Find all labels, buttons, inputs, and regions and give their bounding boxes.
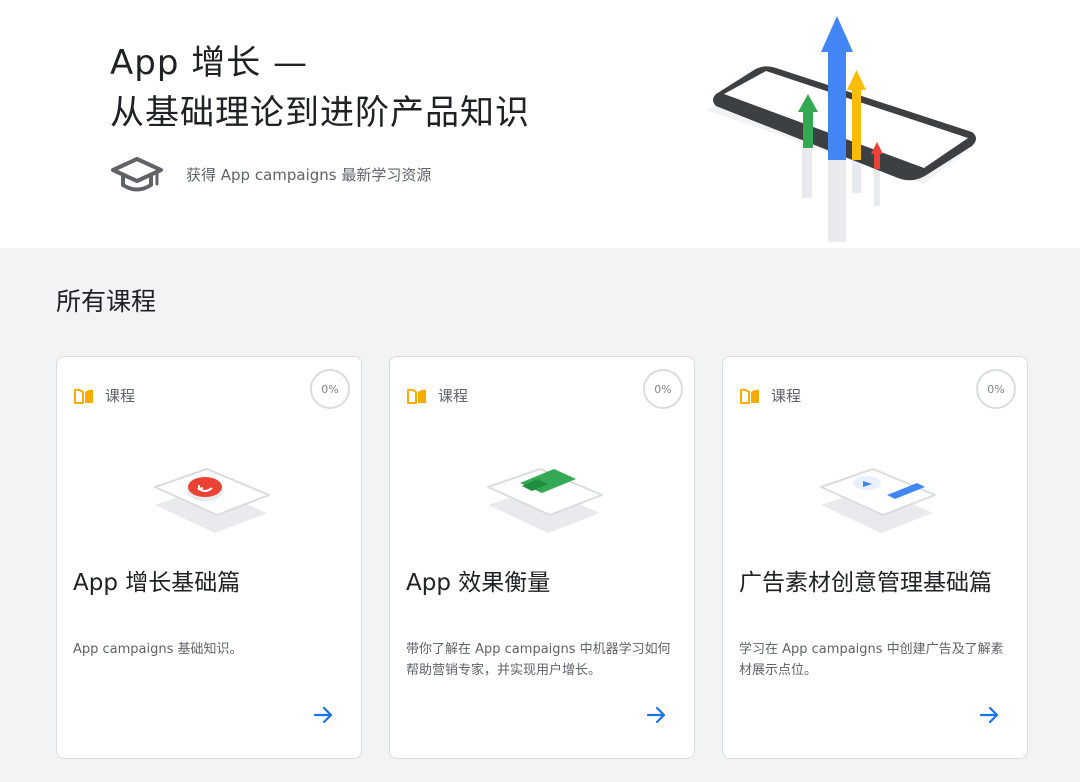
book-icon — [407, 388, 426, 404]
book-icon — [74, 388, 93, 404]
hero-subtitle: 获得 App campaigns 最新学习资源 — [186, 165, 432, 184]
progress-indicator: 0% — [643, 369, 683, 409]
arrow-right-icon[interactable] — [977, 703, 1001, 727]
phone-blue-video-icon — [820, 468, 936, 533]
hero-subtitle-row: 获得 App campaigns 最新学习资源 — [110, 152, 431, 196]
progress-indicator: 0% — [976, 369, 1016, 409]
course-tag-label: 课程 — [771, 387, 802, 405]
course-tag-label: 课程 — [438, 387, 469, 405]
progress-indicator: 0% — [310, 369, 350, 409]
course-tag: 课程 — [73, 385, 135, 406]
phone-red-button-icon — [154, 468, 270, 533]
phone-green-card-icon — [487, 468, 603, 533]
graduation-cap-icon — [111, 157, 163, 192]
course-tag: 课程 — [739, 385, 801, 406]
hero-banner: App 增长 — 从基础理论到进阶产品知识 获得 App campaigns 最… — [0, 0, 1080, 248]
course-description: 带你了解在 App campaigns 中机器学习如何帮助营销专家，并实现用户增… — [406, 642, 671, 678]
course-description: App campaigns 基础知识。 — [73, 642, 243, 657]
course-card[interactable]: 课程 0% 广告素材创意管理基础篇 学习在 App campaigns 中创建广… — [722, 356, 1028, 759]
course-card[interactable]: 课程 0% App 效果衡量 带你了解在 App campaigns 中机器学习… — [389, 356, 695, 759]
course-title: App 效果衡量 — [406, 570, 551, 596]
course-description: 学习在 App campaigns 中创建广告及了解素材展示点位。 — [739, 642, 1004, 678]
hero-title: App 增长 — 从基础理论到进阶产品知识 — [110, 38, 530, 138]
course-card[interactable]: 课程 0% App 增长基础篇 App campaigns 基础知识。 — [56, 356, 362, 759]
course-tag: 课程 — [406, 385, 468, 406]
course-tag-label: 课程 — [105, 387, 136, 405]
arrow-right-icon[interactable] — [311, 703, 335, 727]
book-icon — [740, 388, 759, 404]
section-title: 所有课程 — [56, 287, 157, 316]
course-title: 广告素材创意管理基础篇 — [739, 570, 992, 596]
phone-growth-arrows-illustration — [706, 16, 976, 242]
hero-title-line-2: 从基础理论到进阶产品知识 — [110, 93, 530, 133]
arrow-right-icon[interactable] — [644, 703, 668, 727]
hero-title-line-1: App 增长 — — [110, 43, 309, 83]
course-title: App 增长基础篇 — [73, 570, 241, 596]
